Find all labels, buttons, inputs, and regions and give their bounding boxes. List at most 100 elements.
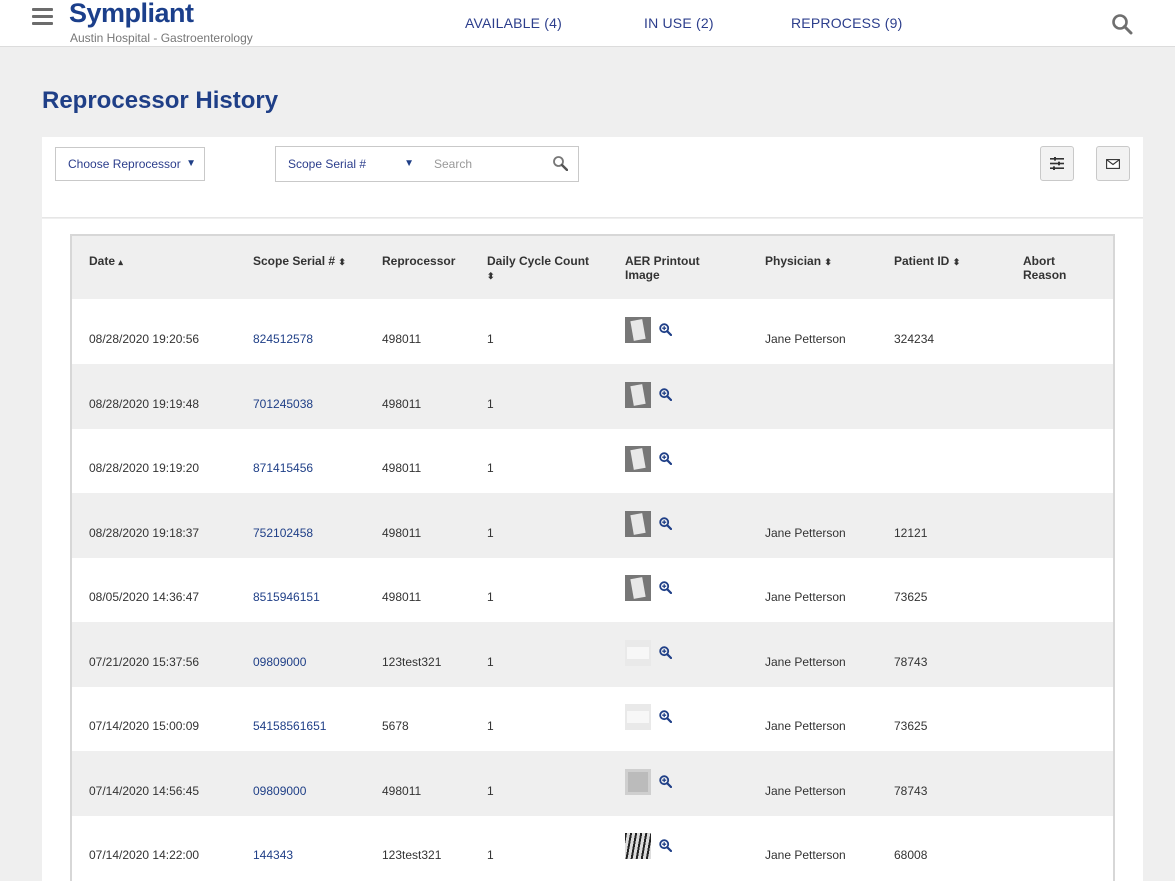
row-date: 08/28/2020 19:18:37 (89, 525, 200, 540)
nav-in-use[interactable]: IN USE (2) (644, 15, 714, 31)
aer-printout-thumbnail[interactable] (625, 833, 651, 859)
row-scope-serial-link[interactable]: 09809000 (253, 655, 306, 669)
table-row: 08/28/2020 19:19:20 871415456 498011 1 (72, 428, 1113, 493)
table-row: 07/14/2020 15:00:09 54158561651 5678 1 Jane … (72, 686, 1113, 751)
hamburger-icon[interactable] (32, 8, 53, 26)
zoom-in-icon[interactable] (659, 452, 672, 465)
row-cycle-count: 1 (487, 525, 494, 540)
row-patient-id: 78743 (894, 783, 928, 798)
col-patient-id[interactable]: Patient ID ⬍ (894, 254, 960, 269)
nav-reprocess[interactable]: REPROCESS (9) (791, 15, 903, 31)
row-date: 08/28/2020 19:20:56 (89, 332, 200, 346)
row-patient-id: 73625 (894, 590, 928, 604)
row-patient-id: 73625 (894, 719, 928, 733)
sort-icon: ⬍ (824, 257, 832, 267)
row-physician: Jane Petterson (765, 332, 846, 346)
chevron-down-icon: ▼ (404, 158, 414, 169)
table-row: 08/28/2020 19:19:48 701245038 498011 1 (72, 363, 1113, 429)
row-reprocessor: 123test321 (382, 654, 442, 669)
logo[interactable]: Sympliant (69, 0, 194, 29)
row-physician: Jane Petterson (765, 848, 846, 862)
row-reprocessor: 498011 (382, 783, 422, 798)
zoom-in-icon[interactable] (659, 710, 672, 723)
chevron-down-icon: ▼ (186, 158, 196, 169)
aer-printout-thumbnail[interactable] (625, 317, 651, 343)
row-patient-id: 324234 (894, 332, 935, 346)
sliders-icon (1050, 157, 1064, 170)
search-placeholder: Search (434, 157, 473, 171)
col-abort-reason: Abort Reason (1023, 254, 1067, 282)
search-field-select-value: Scope Serial # (288, 157, 367, 171)
row-cycle-count: 1 (487, 783, 494, 798)
search-icon[interactable] (1111, 13, 1133, 35)
row-physician: Jane Petterson (765, 525, 846, 540)
table-row: 08/05/2020 14:36:47 8515946151 498011 1 Jane… (72, 557, 1113, 622)
col-physician[interactable]: Physician ⬍ (765, 254, 832, 269)
row-scope-serial-link[interactable]: 54158561651 (253, 719, 326, 733)
table-row: 08/28/2020 19:20:56 824512578 498011 1 Jane … (72, 299, 1113, 364)
email-button[interactable] (1096, 146, 1130, 181)
row-scope-serial-link[interactable]: 144343 (253, 848, 293, 862)
row-patient-id: 78743 (894, 654, 928, 669)
row-scope-serial-link[interactable]: 8515946151 (253, 590, 320, 604)
aer-printout-thumbnail[interactable] (625, 768, 651, 795)
row-date: 07/14/2020 15:00:09 (89, 719, 200, 733)
zoom-in-icon[interactable] (659, 387, 672, 401)
row-cycle-count: 1 (487, 719, 494, 733)
row-reprocessor: 123test321 (382, 848, 442, 862)
aer-printout-thumbnail[interactable] (625, 381, 651, 408)
row-cycle-count: 1 (487, 590, 494, 604)
col-date[interactable]: Date ▴ (89, 254, 123, 269)
row-scope-serial-link[interactable]: 701245038 (253, 397, 313, 411)
zoom-in-icon[interactable] (659, 774, 672, 788)
row-cycle-count: 1 (487, 848, 494, 862)
aer-printout-thumbnail[interactable] (625, 575, 651, 601)
sort-icon: ⬍ (952, 257, 961, 267)
top-bar: Sympliant Austin Hospital - Gastroentero… (0, 0, 1175, 47)
table-row: 07/14/2020 14:22:00 144343 123test321 1 Jane… (72, 815, 1113, 880)
row-reprocessor: 498011 (382, 525, 422, 540)
filter-settings-button[interactable] (1040, 146, 1074, 181)
table-row: 07/21/2020 15:37:56 09809000 123test321 1 Ja… (72, 621, 1113, 687)
row-cycle-count: 1 (487, 654, 494, 669)
row-physician: Jane Petterson (765, 654, 846, 669)
row-scope-serial-link[interactable]: 824512578 (253, 332, 313, 346)
page-title: Reprocessor History (42, 87, 279, 114)
reprocessor-select-value: Choose Reprocessor (68, 157, 181, 171)
search-input[interactable]: Search (422, 146, 579, 182)
sort-icon: ⬍ (338, 257, 346, 267)
row-cycle-count: 1 (487, 332, 494, 346)
row-reprocessor: 498011 (382, 590, 422, 604)
col-scope-serial[interactable]: Scope Serial # ⬍ (253, 254, 346, 269)
aer-printout-thumbnail[interactable] (625, 446, 651, 472)
zoom-in-icon[interactable] (659, 516, 672, 530)
aer-printout-thumbnail[interactable] (625, 704, 651, 730)
nav-available[interactable]: AVAILABLE (4) (465, 15, 562, 31)
row-date: 08/28/2020 19:19:20 (89, 461, 200, 475)
aer-printout-thumbnail[interactable] (625, 510, 651, 537)
aer-printout-thumbnail[interactable] (625, 639, 651, 666)
filter-panel (42, 137, 1143, 218)
search-icon[interactable] (552, 155, 568, 171)
row-reprocessor: 498011 (382, 332, 422, 346)
zoom-in-icon[interactable] (659, 323, 672, 336)
facility-subtitle: Austin Hospital - Gastroenterology (70, 31, 253, 45)
search-field-select[interactable]: Scope Serial # ▼ (275, 146, 423, 182)
zoom-in-icon[interactable] (659, 839, 672, 852)
row-scope-serial-link[interactable]: 752102458 (253, 526, 313, 540)
reprocessor-select[interactable]: Choose Reprocessor ▼ (55, 147, 205, 181)
row-scope-serial-link[interactable]: 09809000 (253, 784, 306, 798)
zoom-in-icon[interactable] (659, 581, 672, 594)
reprocessor-history-table: Date ▴ Scope Serial # ⬍ Reprocessor Dail… (70, 234, 1115, 881)
col-reprocessor: Reprocessor (382, 254, 456, 268)
row-scope-serial-link[interactable]: 871415456 (253, 461, 313, 475)
row-physician: Jane Petterson (765, 590, 846, 604)
sort-ascending-icon: ▴ (118, 257, 123, 267)
row-reprocessor: 498011 (382, 396, 422, 411)
row-date: 08/28/2020 19:19:48 (89, 396, 200, 411)
row-date: 08/05/2020 14:36:47 (89, 590, 200, 604)
envelope-icon (1106, 158, 1120, 169)
row-reprocessor: 498011 (382, 461, 422, 475)
zoom-in-icon[interactable] (659, 645, 672, 659)
col-daily-cycle-count[interactable]: Daily Cycle Count ⬍ (487, 254, 597, 283)
